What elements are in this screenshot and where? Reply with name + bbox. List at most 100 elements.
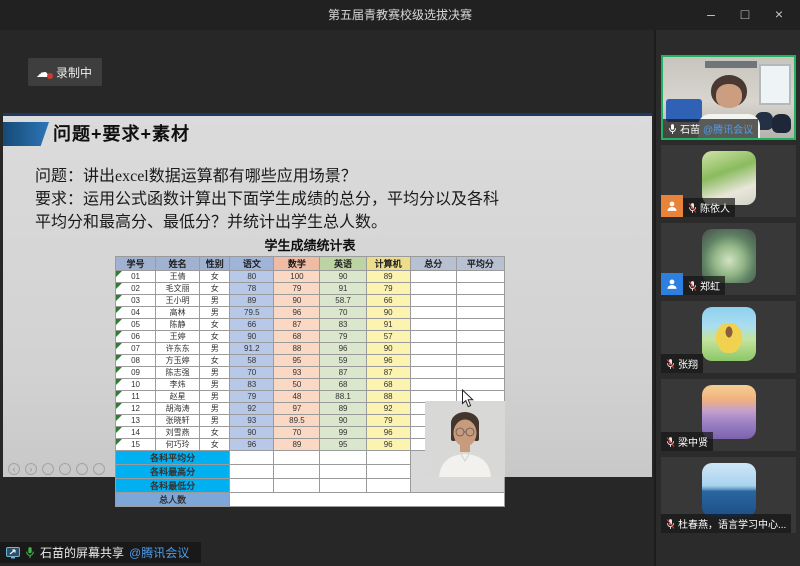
table-cell (410, 271, 456, 283)
presenter-webcam-overlay (425, 401, 505, 477)
table-cell: 100 (274, 271, 320, 283)
table-cell: 06 (116, 331, 156, 343)
participant-tile-duchunyan[interactable]: 杜春燕，语言学习中心... (661, 457, 796, 533)
column-header: 计算机 (366, 257, 410, 271)
table-cell: 68 (366, 379, 410, 391)
participant-suffix: @腾讯会议 (703, 121, 753, 136)
participant-label: 梁中贤 (661, 432, 713, 451)
maximize-button[interactable]: □ (728, 0, 762, 30)
table-cell (410, 307, 456, 319)
table-cell: 王倩 (156, 271, 200, 283)
table-row: 07许东东男91.2889690 (116, 343, 505, 355)
table-cell: 王小明 (156, 295, 200, 307)
participant-tile-liangzhongxian[interactable]: 梁中贤 (661, 379, 796, 451)
table-cell: 毛文丽 (156, 283, 200, 295)
table-cell: 68 (274, 331, 320, 343)
window-titlebar: 第五届青教赛校级选拔决赛 – □ × (0, 0, 800, 30)
table-row: 08方玉婷女58955996 (116, 355, 505, 367)
table-cell (230, 451, 274, 465)
table-cell: 女 (200, 271, 230, 283)
table-cell (230, 465, 274, 479)
table-cell: 男 (200, 379, 230, 391)
next-slide-icon: › (25, 463, 37, 475)
table-cell: 59 (320, 355, 366, 367)
table-cell: 92 (366, 403, 410, 415)
table-cell: 70 (230, 367, 274, 379)
avatar-anime-boy-field (702, 307, 756, 361)
participant-tile-zhenghong[interactable]: 郑虹 (661, 223, 796, 295)
table-cell: 79 (230, 391, 274, 403)
participant-name: 郑虹 (700, 278, 720, 293)
table-cell (456, 271, 504, 283)
grades-table-head-row: 学号姓名性别语文数学英语计算机总分平均分 (116, 257, 505, 271)
table-cell: 女 (200, 283, 230, 295)
table-row: 01王倩女801009089 (116, 271, 505, 283)
table-cell: 87 (366, 367, 410, 379)
slide-body-text: 问题：讲出excel数据运算都有哪些应用场景？ 要求：运用公式函数计算出下面学生… (35, 165, 635, 234)
close-button[interactable]: × (762, 0, 796, 30)
column-header: 英语 (320, 257, 366, 271)
participant-tile-shimiao[interactable]: 石苗@腾讯会议 (661, 55, 796, 140)
participant-label: 杜春燕，语言学习中心... (661, 514, 791, 533)
participants-sidebar: 石苗@腾讯会议 陈依人 郑虹 (654, 30, 800, 566)
table-cell (410, 319, 456, 331)
mic-on-icon (668, 123, 677, 135)
table-cell: 15 (116, 439, 156, 451)
minimize-button[interactable]: – (694, 0, 728, 30)
table-cell: 90 (274, 295, 320, 307)
table-cell: 李炜 (156, 379, 200, 391)
recording-badge[interactable]: ☁ 录制中 (28, 58, 102, 86)
participant-name: 杜春燕，语言学习中心... (678, 516, 786, 531)
table-cell: 95 (320, 439, 366, 451)
table-cell: 12 (116, 403, 156, 415)
table-cell: 87 (320, 367, 366, 379)
table-cell: 96 (366, 427, 410, 439)
table-cell: 女 (200, 439, 230, 451)
table-cell: 02 (116, 283, 156, 295)
table-row: 03王小明男899058.766 (116, 295, 505, 307)
table-cell: 99 (320, 427, 366, 439)
table-cell (456, 343, 504, 355)
table-cell: 07 (116, 343, 156, 355)
table-cell: 男 (200, 415, 230, 427)
footer-label: 总人数 (116, 493, 230, 507)
table-cell: 79.5 (230, 307, 274, 319)
all-slides-icon (59, 463, 71, 475)
requirement-line-2: 平均分和最高分、最低分？并统计出学生总人数。 (35, 211, 635, 234)
table-cell: 女 (200, 427, 230, 439)
table-cell (410, 343, 456, 355)
table-cell: 女 (200, 319, 230, 331)
table-cell (320, 465, 366, 479)
table-cell: 68 (320, 379, 366, 391)
table-cell: 01 (116, 271, 156, 283)
table-cell: 50 (274, 379, 320, 391)
screen-share-icon (6, 547, 20, 559)
table-cell: 90 (320, 271, 366, 283)
table-cell: 89 (230, 295, 274, 307)
table-row: 10李炜男83506868 (116, 379, 505, 391)
table-cell: 79 (366, 415, 410, 427)
table-cell: 高林 (156, 307, 200, 319)
table-cell: 70 (320, 307, 366, 319)
mic-muted-icon (666, 436, 675, 448)
table-cell: 女 (200, 331, 230, 343)
table-cell: 张晓轩 (156, 415, 200, 427)
table-cell: 87 (274, 319, 320, 331)
table-cell (366, 465, 410, 479)
question-line: 问题：讲出excel数据运算都有哪些应用场景？ (35, 165, 635, 188)
table-cell: 91 (320, 283, 366, 295)
participant-name: 梁中贤 (678, 434, 708, 449)
share-banner-text: 石苗的屏幕共享 (40, 544, 124, 561)
room-window (759, 64, 792, 105)
more-options-icon (93, 463, 105, 475)
table-footer-row: 总人数 (116, 493, 505, 507)
table-cell: 95 (274, 355, 320, 367)
participant-tile-zhangxiang[interactable]: 张翔 (661, 301, 796, 373)
column-header: 性别 (200, 257, 230, 271)
table-cell: 88 (274, 343, 320, 355)
table-cell: 方玉婷 (156, 355, 200, 367)
person-icon (665, 277, 679, 291)
table-cell: 陈静 (156, 319, 200, 331)
participant-tile-chenyiren[interactable]: 陈依人 (661, 145, 796, 217)
table-cell: 97 (274, 403, 320, 415)
